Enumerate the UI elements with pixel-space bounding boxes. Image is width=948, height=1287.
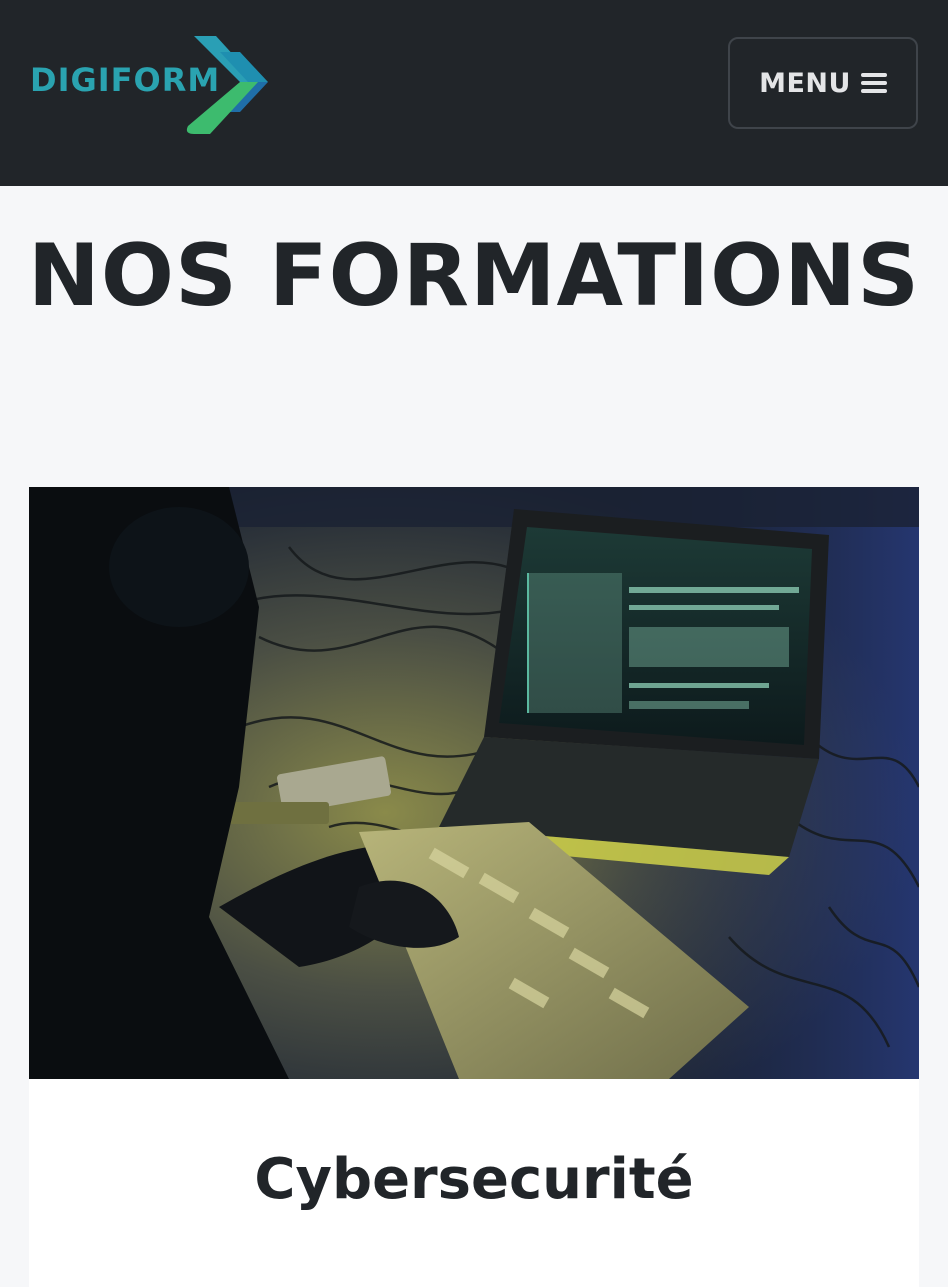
navbar: DIGIFORM MENU — [0, 0, 948, 186]
logo-chevron-icon — [186, 36, 268, 134]
menu-button[interactable]: MENU — [728, 37, 918, 129]
page-title: NOS FORMATIONS — [27, 226, 921, 326]
menu-label: MENU — [759, 67, 851, 99]
formation-card[interactable]: Cybersecurité — [29, 487, 919, 1287]
hamburger-icon — [860, 73, 887, 93]
digiform-logo[interactable]: DIGIFORM — [30, 30, 280, 140]
card-title: Cybersecurité — [254, 1147, 694, 1212]
hacker-laptop-photo — [29, 487, 919, 1079]
